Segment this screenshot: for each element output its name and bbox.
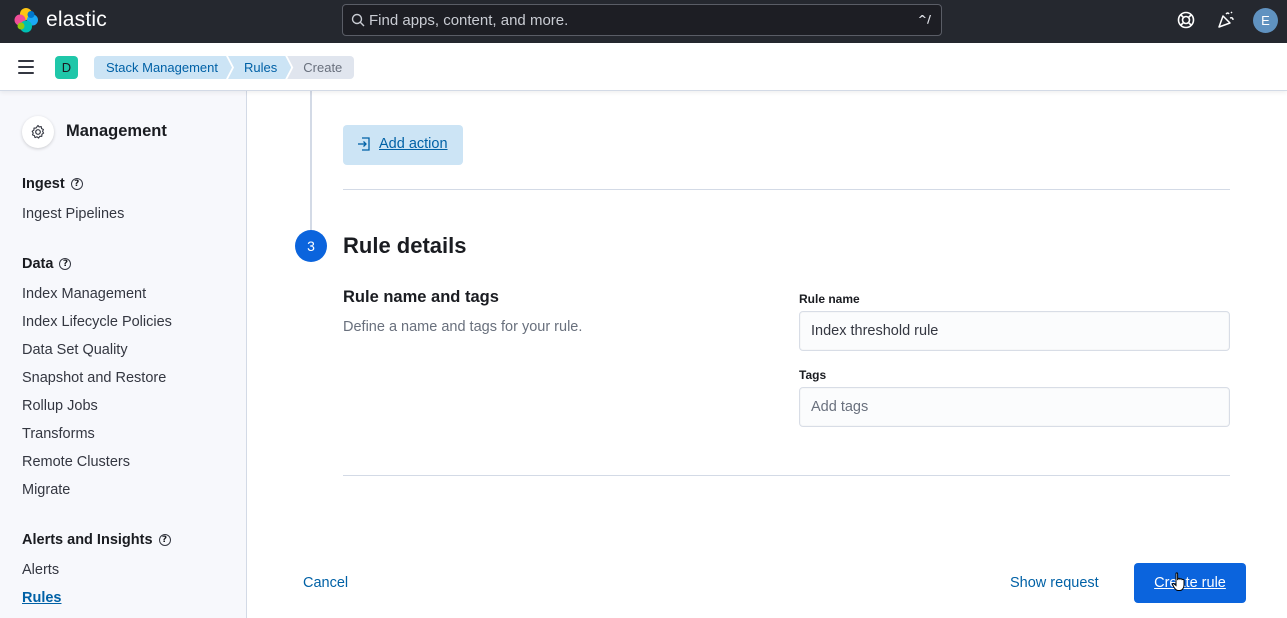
- breadcrumb-stack-management[interactable]: Stack Management: [94, 56, 232, 79]
- management-sidebar: Management Ingest? Ingest Pipelines Data…: [0, 91, 247, 618]
- space-avatar[interactable]: D: [55, 56, 78, 79]
- sidebar-item-alerts[interactable]: Alerts: [22, 562, 59, 578]
- sidebar-item-index-lifecycle-policies[interactable]: Index Lifecycle Policies: [22, 314, 172, 330]
- sidebar-item-ingest-pipelines[interactable]: Ingest Pipelines: [22, 206, 124, 222]
- question-icon[interactable]: ?: [158, 534, 171, 547]
- rule-name-field[interactable]: [799, 311, 1230, 351]
- elastic-logo[interactable]: elastic: [13, 7, 107, 33]
- gear-icon: [22, 116, 54, 148]
- sidebar-title: Management: [66, 122, 167, 140]
- show-request-button[interactable]: Show request: [1010, 575, 1099, 591]
- user-avatar[interactable]: E: [1253, 8, 1278, 33]
- section-description: Define a name and tags for your rule.: [343, 319, 583, 335]
- sidebar-group-alerts-and-insights: Alerts and Insights?: [22, 532, 171, 548]
- sidebar-item-snapshot-and-restore[interactable]: Snapshot and Restore: [22, 370, 166, 386]
- search-input[interactable]: [369, 5, 909, 35]
- group-label: Data: [22, 256, 54, 272]
- group-label: Ingest: [22, 176, 65, 192]
- sidebar-group-ingest: Ingest?: [22, 176, 83, 192]
- question-icon[interactable]: ?: [70, 178, 83, 191]
- main-content: Add action 3 Rule details Rule name and …: [247, 91, 1287, 618]
- sidebar-item-rollup-jobs[interactable]: Rollup Jobs: [22, 398, 98, 414]
- step-number-badge: 3: [295, 230, 327, 262]
- sidebar-item-transforms[interactable]: Transforms: [22, 426, 95, 442]
- breadcrumb-create: Create: [287, 56, 355, 79]
- help-ring-icon[interactable]: [1176, 10, 1196, 30]
- step-title: Rule details: [343, 233, 467, 258]
- add-action-label: Add action: [379, 136, 448, 152]
- sidebar-item-migrate[interactable]: Migrate: [22, 482, 70, 498]
- divider: [343, 475, 1230, 476]
- breadcrumb: Stack Management Rules Create: [94, 56, 355, 79]
- cancel-button[interactable]: Cancel: [303, 575, 348, 591]
- tags-field[interactable]: [799, 387, 1230, 427]
- divider: [343, 189, 1230, 190]
- section-title: Rule name and tags: [343, 288, 499, 306]
- rule-name-label: Rule name: [799, 292, 860, 306]
- top-header: elastic ^/ E: [0, 0, 1287, 43]
- plug-in-icon: [358, 137, 370, 151]
- breadcrumb-bar: D Stack Management Rules Create: [0, 43, 1287, 91]
- global-search[interactable]: ^/: [342, 4, 942, 36]
- sidebar-item-data-set-quality[interactable]: Data Set Quality: [22, 342, 128, 358]
- newsfeed-icon[interactable]: [1216, 10, 1236, 30]
- create-rule-button[interactable]: Create rule: [1134, 563, 1246, 603]
- menu-toggle-icon[interactable]: [18, 60, 34, 74]
- sidebar-group-data: Data?: [22, 256, 72, 272]
- sidebar-item-remote-clusters[interactable]: Remote Clusters: [22, 454, 130, 470]
- add-action-button[interactable]: Add action: [343, 125, 463, 165]
- brand-name: elastic: [46, 8, 107, 31]
- tags-label: Tags: [799, 368, 827, 382]
- sidebar-item-rules[interactable]: Rules: [22, 590, 62, 606]
- elastic-logo-icon: [13, 7, 39, 33]
- pointer-cursor-icon: [1172, 572, 1185, 591]
- question-icon[interactable]: ?: [59, 258, 72, 271]
- group-label: Alerts and Insights: [22, 532, 153, 548]
- sidebar-item-index-management[interactable]: Index Management: [22, 286, 146, 302]
- search-shortcut-hint: ^/: [917, 13, 931, 26]
- step-connector: [310, 91, 312, 231]
- search-icon: [351, 13, 365, 27]
- breadcrumb-rules[interactable]: Rules: [228, 56, 291, 79]
